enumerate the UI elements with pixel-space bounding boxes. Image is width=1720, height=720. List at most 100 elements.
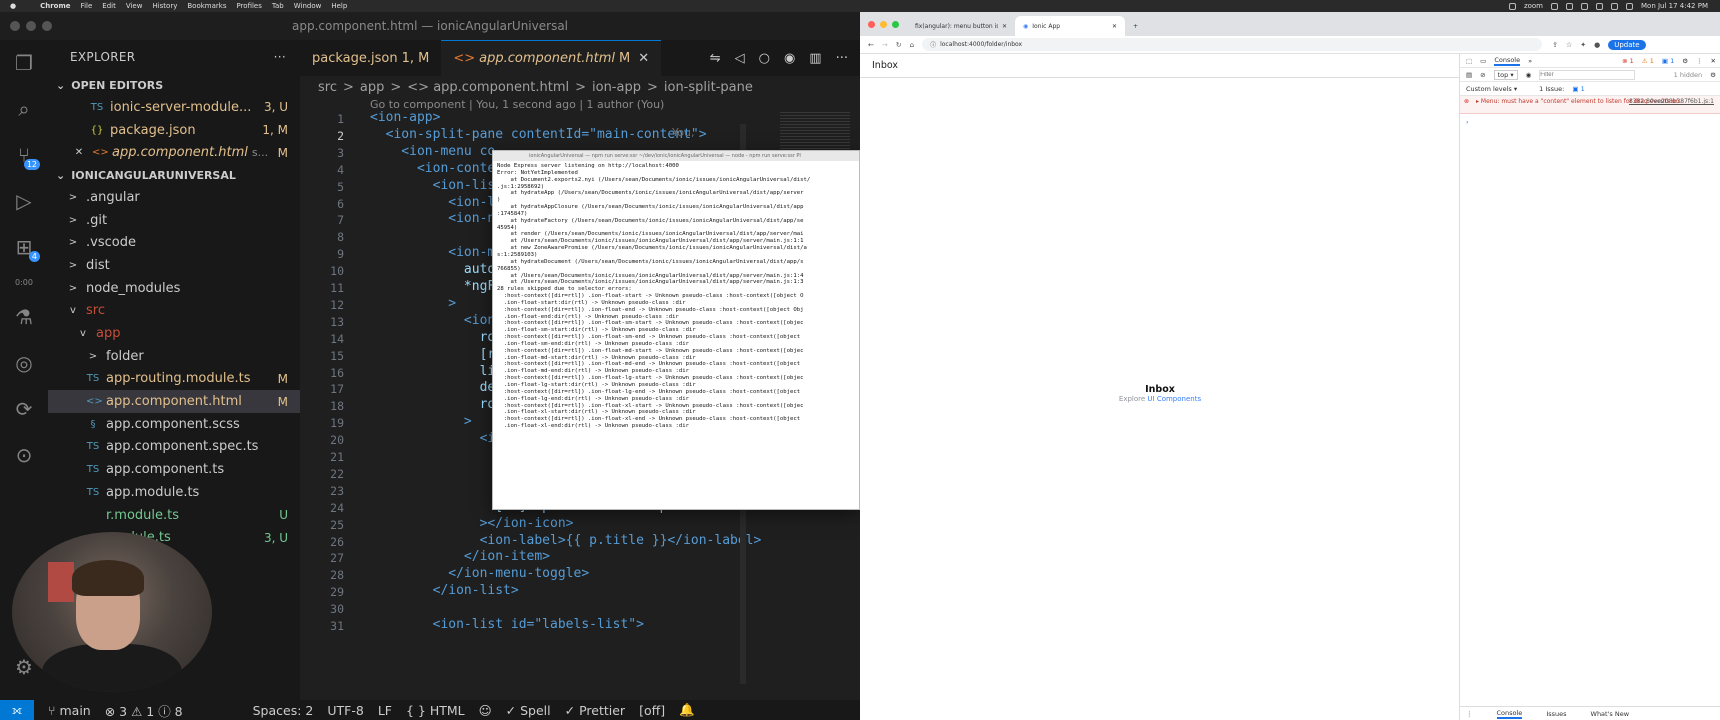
status-icon[interactable] (1566, 2, 1573, 10)
menubar-app-name[interactable]: Chrome (40, 2, 70, 10)
docker-icon[interactable]: ⊙ (0, 432, 48, 478)
more-tabs-icon[interactable]: » (1528, 57, 1532, 65)
site-info-icon[interactable]: ⓘ (930, 40, 936, 49)
console-settings-icon[interactable]: ⚙ (1710, 71, 1720, 79)
status-icon[interactable] (1551, 2, 1558, 10)
drawer-tab-console[interactable]: Console (1496, 709, 1523, 719)
back-arrow-icon[interactable]: ← (868, 41, 874, 49)
file-tree-item[interactable]: v src (48, 300, 300, 323)
search-icon[interactable]: ⌕ (0, 86, 48, 132)
settings-gear-icon[interactable]: ⚙ (1682, 57, 1688, 65)
encoding-indicator[interactable]: UTF-8 (327, 703, 363, 718)
breadcrumb-item[interactable]: ion-app (592, 80, 641, 95)
terminal-titlebar[interactable]: ionicAngularUniversal — npm run serve:ss… (493, 151, 859, 161)
file-tree-item[interactable]: <> app.component.html M (48, 390, 300, 413)
go-forward-icon[interactable]: ○ (759, 51, 770, 66)
clear-console-icon[interactable]: ⊘ (1480, 71, 1485, 79)
browser-tab-ionic-app[interactable]: ◉ Ionic App ✕ (1015, 16, 1125, 36)
menubar-edit[interactable]: Edit (102, 2, 116, 10)
menubar-bookmarks[interactable]: Bookmarks (187, 2, 226, 10)
testing-icon[interactable]: ⚗ (0, 294, 48, 340)
drawer-tab-whats-new[interactable]: What's New (1591, 710, 1630, 718)
file-tree-item[interactable]: > .git (48, 209, 300, 232)
explorer-icon[interactable]: ❐ (0, 40, 48, 86)
breadcrumb-item[interactable]: app (360, 80, 384, 95)
go-back-icon[interactable]: ◁ (735, 51, 745, 66)
close-window-button[interactable] (10, 21, 20, 31)
info-count[interactable]: ▣ 1 (1662, 57, 1674, 65)
wifi-icon[interactable] (1611, 2, 1618, 10)
menubar-clock[interactable]: Mon Jul 17 4:42 PM (1641, 2, 1708, 10)
tab-console[interactable]: Console (1494, 56, 1521, 66)
eol-indicator[interactable]: LF (378, 703, 392, 718)
git-graph-icon[interactable]: ◎ (0, 340, 48, 386)
run-debug-icon[interactable]: ▷ (0, 178, 48, 224)
more-actions-icon[interactable]: ··· (274, 50, 286, 64)
project-section[interactable]: ⌄ IONICANGULARUNIVERSAL (48, 164, 300, 186)
problems-indicator[interactable]: ⊗ 3 ⚠ 1 ⓘ 8 (105, 701, 183, 720)
drawer-menu-icon[interactable]: ⋮ (1466, 710, 1473, 718)
prettier-indicator[interactable]: ✓ Prettier (565, 703, 625, 718)
control-center-icon[interactable] (1626, 2, 1633, 10)
file-tree-item[interactable]: TS app-routing.module.ts M (48, 368, 300, 391)
new-tab-button[interactable]: + (1125, 16, 1146, 36)
compare-icon[interactable]: ⇋ (710, 51, 721, 66)
update-button[interactable]: Update (1608, 39, 1646, 50)
extensions-puzzle-icon[interactable]: ✦ (1580, 41, 1586, 49)
menubar-help[interactable]: Help (331, 2, 347, 10)
menubar-profiles[interactable]: Profiles (236, 2, 261, 10)
file-tree-item[interactable]: r.module.ts U (48, 504, 300, 527)
device-toolbar-icon[interactable]: ▭ (1480, 57, 1486, 65)
extensions-icon[interactable]: ⊞ 4 (0, 224, 48, 270)
browser-tab-github[interactable]: fix(angular): menu button is e ✕ (907, 16, 1015, 36)
file-tree-item[interactable]: > node_modules (48, 277, 300, 300)
menubar-history[interactable]: History (152, 2, 177, 10)
source-control-icon[interactable]: ⑂ 12 (0, 132, 48, 178)
branch-indicator[interactable]: ⑂ main (48, 703, 91, 718)
console-filter-input[interactable] (1539, 69, 1636, 80)
preview-icon[interactable]: ◉ (784, 51, 795, 66)
menubar-tab[interactable]: Tab (272, 2, 284, 10)
forward-arrow-icon[interactable]: → (882, 41, 888, 49)
live-expression-eye-icon[interactable]: ◉ (1526, 71, 1532, 79)
toggle-off-indicator[interactable]: [off] (639, 703, 665, 718)
drawer-tab-issues[interactable]: Issues (1546, 710, 1566, 718)
open-editor-item[interactable]: {} package.json 1, M (48, 119, 300, 142)
apple-icon[interactable]: ● (10, 2, 16, 10)
spell-indicator[interactable]: ✓ Spell (506, 703, 551, 718)
remote-icon[interactable]: ⟗ (0, 700, 34, 720)
open-editor-item-active[interactable]: ✕ <> app.component.html s... M (48, 141, 300, 164)
status-icon[interactable] (1581, 2, 1588, 10)
close-icon[interactable]: ✕ (638, 51, 649, 66)
language-indicator[interactable]: { } HTML (406, 703, 465, 718)
file-tree-item[interactable]: TS app.module.ts (48, 481, 300, 504)
terminal-window[interactable]: ionicAngularUniversal — npm run serve:ss… (492, 150, 860, 510)
reload-icon[interactable]: ↻ (896, 41, 902, 49)
inspect-element-icon[interactable]: ⬚ (1466, 57, 1472, 65)
file-tree-item[interactable]: > .vscode (48, 231, 300, 254)
zoom-window-button[interactable] (42, 21, 52, 31)
breadcrumb-item[interactable]: ion-split-pane (664, 80, 753, 95)
copilot-icon[interactable]: ☺ (479, 703, 492, 718)
minimize-window-button[interactable] (26, 21, 36, 31)
file-tree-item[interactable]: v app (48, 322, 300, 345)
breadcrumb-item[interactable]: <> app.component.html (407, 80, 569, 95)
zoom-label[interactable]: zoom (1524, 2, 1543, 10)
file-tree-item[interactable]: > .angular (48, 186, 300, 209)
open-editors-section[interactable]: ⌄ OPEN EDITORS (48, 74, 300, 96)
more-options-icon[interactable]: ⋮ (1696, 57, 1703, 65)
close-devtools-icon[interactable]: ✕ (1711, 57, 1720, 65)
timer-icon[interactable]: 0:00 (0, 270, 48, 294)
open-editor-item[interactable]: TS ionic-server-module... 3, U (48, 96, 300, 119)
file-tree-item[interactable]: TS app.component.spec.ts (48, 436, 300, 459)
ui-components-link[interactable]: UI Components (1147, 395, 1201, 403)
profile-avatar[interactable]: ● (1594, 41, 1600, 49)
address-bar[interactable]: ⓘ localhost:4000/folder/inbox (922, 38, 1543, 51)
battery-icon[interactable] (1596, 2, 1603, 10)
sidebar-toggle-icon[interactable]: ▤ (1466, 71, 1472, 79)
close-window-button[interactable] (868, 21, 875, 28)
home-icon[interactable]: ⌂ (910, 41, 914, 49)
minimize-window-button[interactable] (880, 21, 887, 28)
terminal-output[interactable]: Node Express server listening on http://… (493, 161, 859, 509)
context-select[interactable]: top ▾ (1493, 69, 1518, 80)
